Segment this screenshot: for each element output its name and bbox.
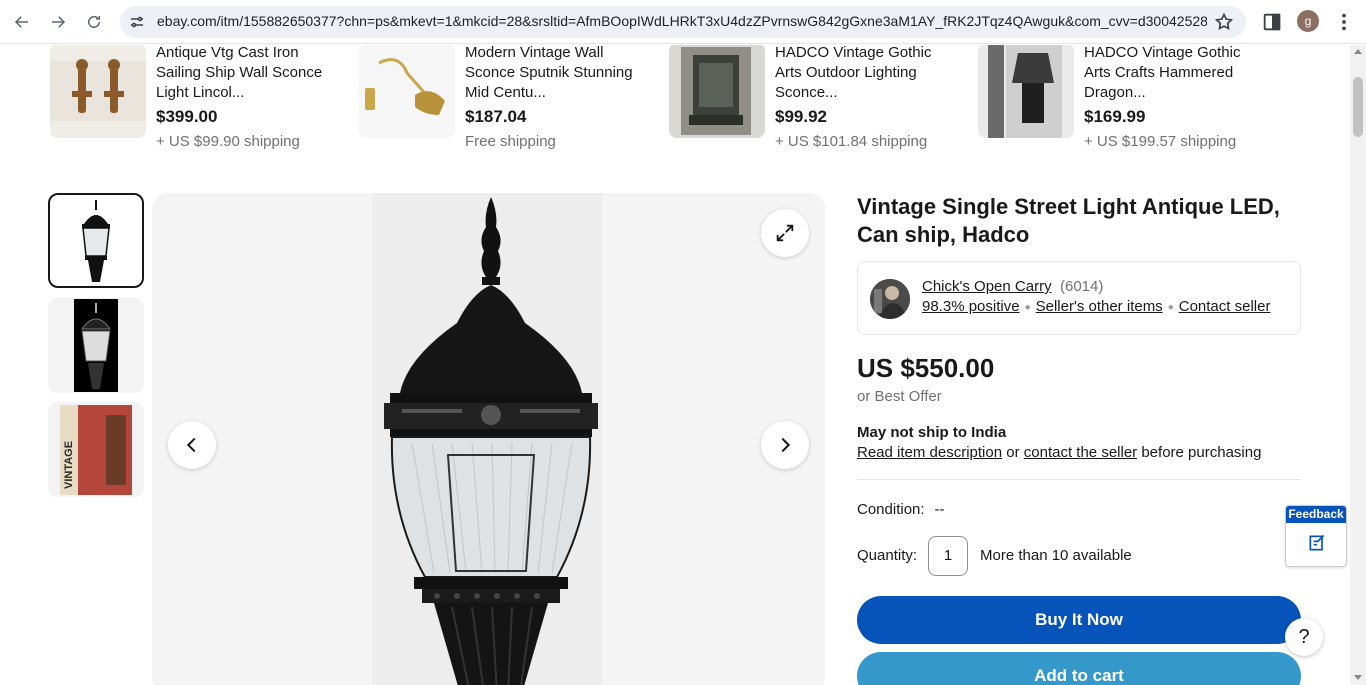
contact-the-seller-link[interactable]: contact the seller <box>1024 444 1137 461</box>
seller-feedback-count: (6014) <box>1060 278 1104 295</box>
related-item-title[interactable]: Modern Vintage Wall Sconce Sputnik Stunn… <box>465 45 645 103</box>
related-item[interactable]: Antique Vtg Cast Iron Sailing Ship Wall … <box>50 45 350 153</box>
url-text: ebay.com/itm/155882650377?chn=ps&mkevt=1… <box>157 13 1207 29</box>
related-item-shipping: Free shipping <box>465 133 556 150</box>
site-settings-icon[interactable] <box>128 13 146 31</box>
seller-name-link[interactable]: Chick's Open Carry <box>922 278 1052 295</box>
related-item-shipping: + US $99.90 shipping <box>156 133 300 150</box>
feedback-button[interactable]: Feedback <box>1285 505 1347 567</box>
browser-toolbar: ebay.com/itm/155882650377?chn=ps&mkevt=1… <box>0 0 1366 44</box>
best-offer-text: or Best Offer <box>857 388 942 405</box>
next-image-button[interactable] <box>761 421 809 469</box>
bookmark-star-icon[interactable] <box>1214 12 1234 32</box>
seller-links: 98.3% positive ● Seller's other items ● Cont… <box>922 298 1270 315</box>
profile-avatar[interactable]: g <box>1297 10 1319 32</box>
condition-row: Condition: -- <box>857 501 945 518</box>
related-item-price: $169.99 <box>1084 107 1146 126</box>
main-product-image[interactable] <box>152 193 825 685</box>
quantity-label: Quantity: <box>857 547 918 564</box>
separator-dot: ● <box>1167 301 1174 313</box>
condition-label: Condition: <box>857 501 925 518</box>
related-item[interactable]: HADCO Vintage Gothic Arts Outdoor Lighti… <box>669 45 969 153</box>
related-item-image[interactable] <box>978 45 1074 138</box>
edit-note-icon <box>1307 533 1327 553</box>
related-item-title[interactable]: HADCO Vintage Gothic Arts Crafts Hammere… <box>1084 45 1264 103</box>
related-item[interactable]: Modern Vintage Wall Sconce Sputnik Stunn… <box>359 45 659 153</box>
contact-seller-link[interactable]: Contact seller <box>1179 298 1271 315</box>
scroll-down-icon[interactable] <box>1354 675 1362 680</box>
forward-icon[interactable] <box>44 8 72 36</box>
chevron-right-icon <box>781 437 791 453</box>
related-item[interactable]: HADCO Vintage Gothic Arts Crafts Hammere… <box>978 45 1278 153</box>
seller-other-items-link[interactable]: Seller's other items <box>1036 298 1163 315</box>
thumbnail-vintage-text: VINTAGE <box>63 440 75 488</box>
item-price: US $550.00 <box>857 353 995 383</box>
related-item-shipping: + US $199.57 shipping <box>1084 133 1237 150</box>
seller-positive-link[interactable]: 98.3% positive <box>922 298 1020 315</box>
side-panel-icon[interactable] <box>1261 11 1283 33</box>
scroll-thumb[interactable] <box>1353 77 1363 137</box>
related-item-shipping: + US $101.84 shipping <box>775 133 928 150</box>
chevron-left-icon <box>186 437 196 453</box>
seller-card: Chick's Open Carry (6014) 98.3% positive… <box>857 261 1301 335</box>
previous-image-button[interactable] <box>168 421 216 469</box>
related-item-image[interactable] <box>669 45 765 138</box>
item-title: Vintage Single Street Light Antique LED,… <box>857 194 1280 247</box>
gallery-thumbnail[interactable] <box>48 298 144 393</box>
add-to-cart-button[interactable]: Add to cart <box>857 652 1301 685</box>
read-item-description-link[interactable]: Read item description <box>857 444 1002 461</box>
shipping-warning-or: or <box>1006 444 1020 461</box>
feedback-label: Feedback <box>1286 506 1346 523</box>
related-item-title[interactable]: HADCO Vintage Gothic Arts Outdoor Lighti… <box>775 45 955 103</box>
address-bar[interactable]: ebay.com/itm/155882650377?chn=ps&mkevt=1… <box>120 6 1246 38</box>
shipping-warning-suffix: before purchasing <box>1141 444 1262 461</box>
reload-icon[interactable] <box>80 8 108 36</box>
shipping-warning-line: Read item description or contact the sel… <box>857 444 1261 461</box>
menu-dots-icon[interactable] <box>1333 11 1355 33</box>
gallery-thumbnail[interactable] <box>48 193 144 288</box>
related-item-price: $99.92 <box>775 107 827 126</box>
separator-dot: ● <box>1024 301 1031 313</box>
related-item-image[interactable] <box>50 45 146 138</box>
related-item-title[interactable]: Antique Vtg Cast Iron Sailing Ship Wall … <box>156 45 336 103</box>
buy-it-now-button[interactable]: Buy It Now <box>857 596 1301 644</box>
condition-value: -- <box>934 501 945 518</box>
back-icon[interactable] <box>8 8 36 36</box>
seller-avatar[interactable] <box>870 279 910 319</box>
quantity-input[interactable]: 1 <box>928 536 968 576</box>
related-item-price: $187.04 <box>465 107 527 126</box>
related-item-price: $399.00 <box>156 107 218 126</box>
page-scrollbar[interactable] <box>1350 45 1366 685</box>
expand-icon[interactable] <box>761 209 809 257</box>
related-item-image[interactable] <box>359 45 455 138</box>
page-content: Antique Vtg Cast Iron Sailing Ship Wall … <box>0 45 1350 685</box>
scroll-up-icon[interactable] <box>1354 49 1362 54</box>
help-button[interactable]: ? <box>1285 618 1323 656</box>
shipping-warning-title: May not ship to India <box>857 424 1007 441</box>
divider <box>857 479 1301 480</box>
availability-text: More than 10 available <box>980 547 1132 564</box>
gallery-thumbnail[interactable]: VINTAGE <box>48 402 144 497</box>
